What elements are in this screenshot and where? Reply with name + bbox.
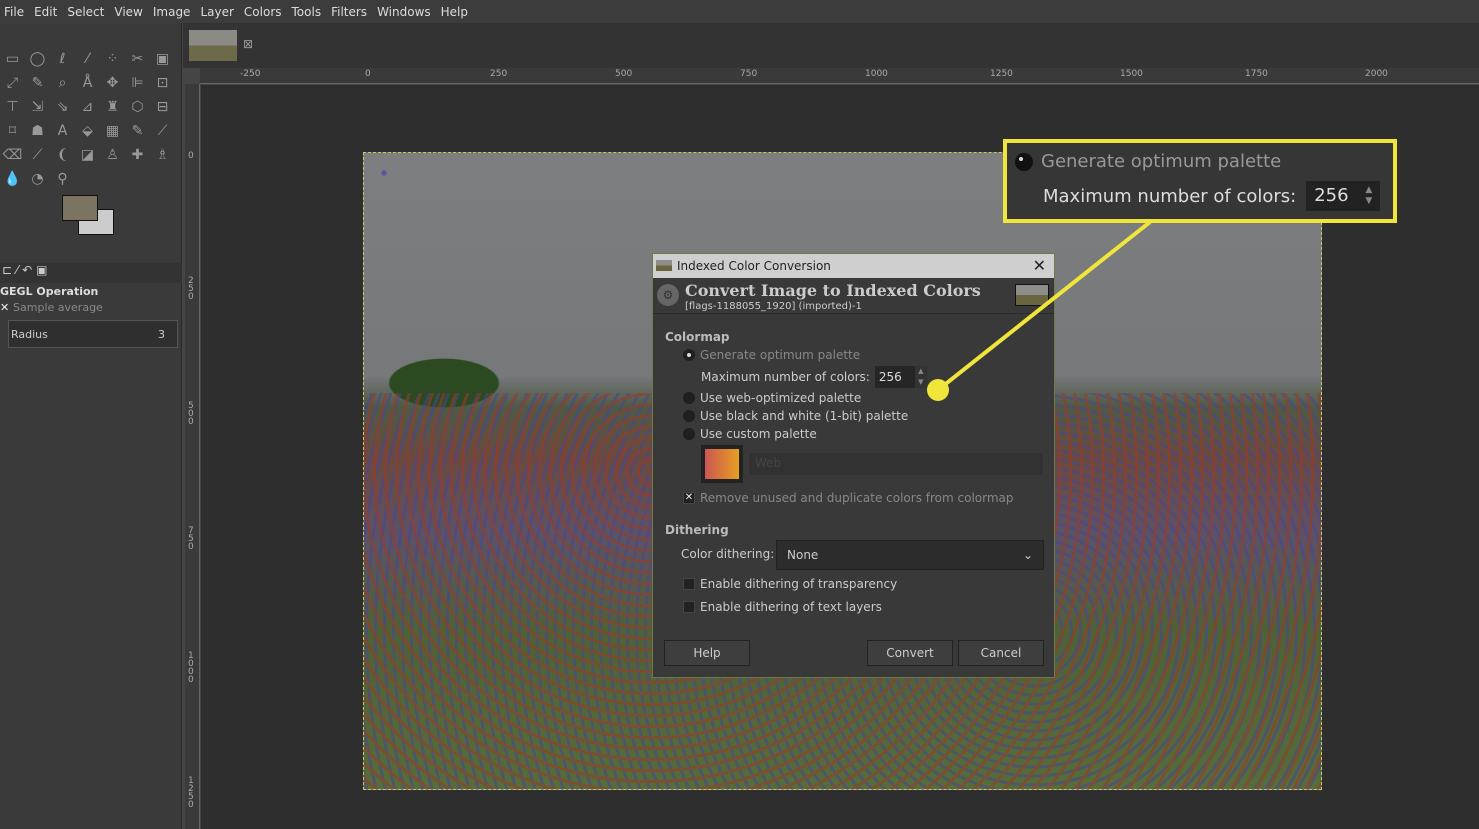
callout-dot [927,379,949,401]
callout-connector [927,220,1152,401]
callout-line [936,220,1152,392]
